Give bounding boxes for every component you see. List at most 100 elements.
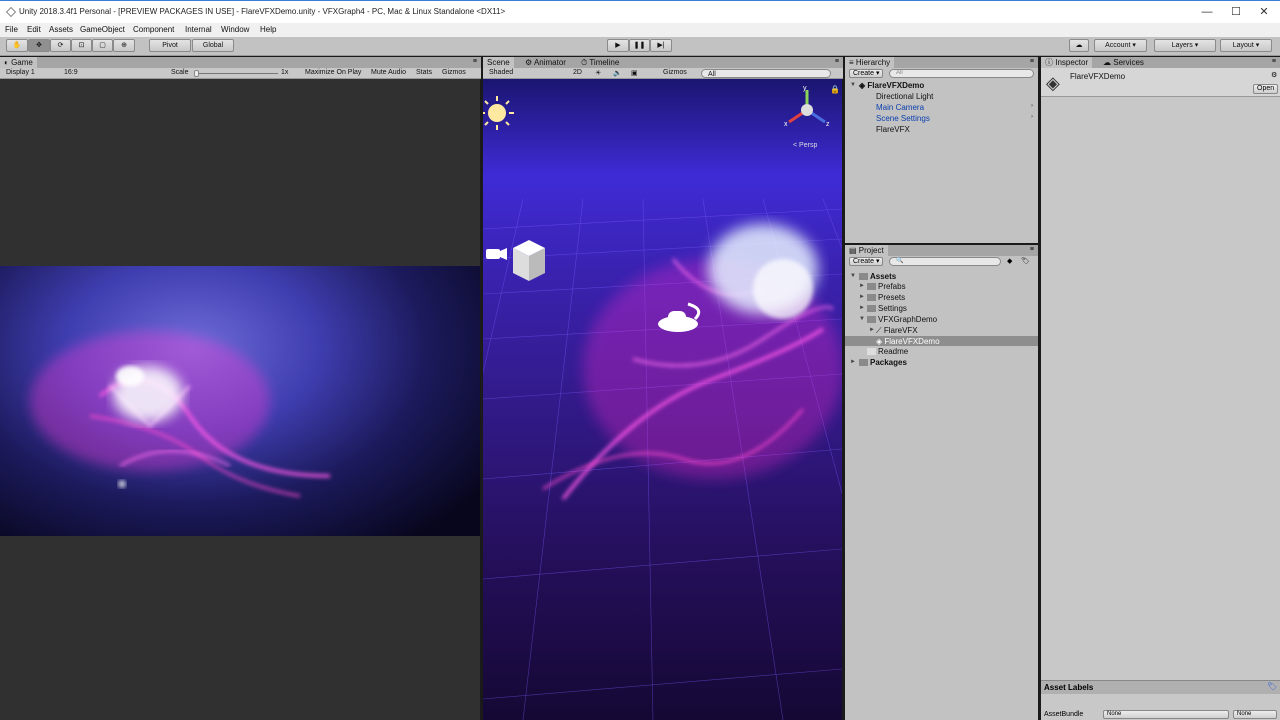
project-item-flarevfx[interactable]: ⟋ FlareVFX [876,326,918,336]
display-dropdown[interactable]: Display 1 [6,69,35,76]
main-toolbar: ✋ ✥ ⟳ ⊡ ▢ ⊕ Pivot Global ▶ ❚❚ ▶| ☁ Accou… [0,37,1280,56]
expand-arrow[interactable]: ► [869,327,875,333]
project-folder-prefabs[interactable]: Prefabs [867,282,906,291]
project-item-flarevfxdemo[interactable]: ◈ FlareVFXDemo [876,337,940,346]
hierarchy-create-dropdown[interactable]: Create ▾ [849,69,884,78]
menu-assets[interactable]: Assets [49,25,73,34]
move-tool-button[interactable]: ✥ [28,39,50,52]
chevron-right-icon[interactable]: › [1031,114,1033,120]
persp-label[interactable]: < Persp [793,142,817,149]
expand-arrow[interactable]: ▼ [850,273,856,279]
play-icon: ▶ [615,42,621,49]
pause-button[interactable]: ❚❚ [629,39,650,52]
filter-type-icon[interactable]: ◆ [1007,257,1012,265]
scale-slider[interactable] [196,73,278,74]
menu-component[interactable]: Component [133,25,174,34]
chevron-down-icon: ▾ [1255,42,1260,49]
expand-arrow[interactable]: ► [850,359,856,365]
panel-menu-icon[interactable]: ≡ [1030,246,1034,253]
menu-window[interactable]: Window [221,25,249,34]
asset-bundle-variant-dropdown[interactable]: None [1233,710,1277,719]
rect-tool-button[interactable]: ▢ [92,39,113,52]
directional-light-gizmo[interactable] [483,96,514,130]
audio-icon[interactable]: 🔈 [613,69,622,77]
panel-menu-icon[interactable]: ≡ [1272,58,1276,65]
hierarchy-item-main-camera[interactable]: Main Camera [876,103,924,112]
inspector-asset-name: FlareVFXDemo [1070,72,1126,81]
shading-mode-dropdown[interactable]: Shaded [489,69,513,76]
asset-bundle-dropdown[interactable]: None [1103,710,1229,719]
project-folder-settings[interactable]: Settings [867,304,907,313]
chevron-down-icon: ▾ [1132,42,1136,49]
expand-arrow[interactable]: ► [859,283,865,289]
transform-tool-button[interactable]: ⊕ [113,39,135,52]
expand-arrow[interactable]: ► [859,294,865,300]
open-button[interactable]: Open [1253,84,1279,94]
unity-logo-icon: ◈ [1046,73,1060,93]
cloud-icon: ☁ [1103,58,1111,67]
game-gizmos-dropdown[interactable]: Gizmos [442,69,466,76]
step-button[interactable]: ▶| [650,39,672,52]
scene-orientation-gizmo[interactable]: y x z [781,84,833,134]
menu-edit[interactable]: Edit [27,25,41,34]
maximize-button[interactable]: ☐ [1226,5,1246,19]
lighting-icon[interactable]: ☀ [595,69,601,77]
lock-icon[interactable]: 🔒 [830,85,840,94]
scale-tool-button[interactable]: ⊡ [71,39,92,52]
global-toggle[interactable]: Global [192,39,234,52]
menu-help[interactable]: Help [260,25,276,34]
scene-view[interactable]: y x z 🔒 < Persp [483,79,842,720]
hierarchy-item-directional-light[interactable]: Directional Light [876,92,933,101]
filter-label-icon[interactable]: 🏷 [1021,257,1030,265]
layers-dropdown[interactable]: Layers ▾ [1154,39,1216,52]
2d-toggle[interactable]: 2D [573,69,582,76]
label-tag-icon[interactable]: 🏷 [1267,682,1277,691]
scene-root-item[interactable]: ◈ FlareVFXDemo [859,81,924,90]
scale-slider-thumb[interactable] [194,70,199,77]
menu-internal[interactable]: Internal [185,25,212,34]
effects-icon[interactable]: ▣ [631,69,638,77]
project-folder-presets[interactable]: Presets [867,293,905,302]
hand-tool-button[interactable]: ✋ [6,39,28,52]
menu-gameobject[interactable]: GameObject [80,25,125,34]
collab-cloud-button[interactable]: ☁ [1069,39,1089,52]
account-dropdown[interactable]: Account ▾ [1094,39,1147,52]
scale-label: Scale [171,69,189,76]
project-item-readme[interactable]: Readme [867,347,908,356]
hierarchy-item-flarevfx[interactable]: FlareVFX [876,125,910,134]
maximize-on-play-toggle[interactable]: Maximize On Play [305,69,361,76]
gear-icon[interactable]: ⚙ [1271,71,1277,79]
rotate-tool-button[interactable]: ⟳ [50,39,71,52]
hierarchy-item-scene-settings[interactable]: Scene Settings [876,114,930,123]
selected-row-highlight [845,336,1038,346]
project-create-dropdown[interactable]: Create ▾ [849,257,884,266]
project-search-input[interactable]: 🔍 [889,257,1001,266]
menu-file[interactable]: File [5,25,18,34]
expand-arrow[interactable]: ▼ [850,82,856,88]
scene-settings-cube-gizmo[interactable] [513,240,545,281]
play-button[interactable]: ▶ [607,39,629,52]
minimize-button[interactable]: — [1197,5,1217,19]
axis-y-label: y [803,85,807,92]
project-packages-folder[interactable]: Packages [859,358,907,367]
panel-menu-icon[interactable]: ≡ [835,58,839,65]
expand-arrow[interactable]: ▼ [859,316,865,322]
hierarchy-search-input[interactable]: All [889,69,1034,78]
scene-search-input[interactable]: All [701,69,831,78]
expand-arrow[interactable]: ► [859,305,865,311]
scene-gizmos-dropdown[interactable]: Gizmos [663,69,687,76]
aspect-dropdown[interactable]: 16:9 [64,69,78,76]
project-panel: Create ▾ 🔍 ◆ 🏷 ▼ Assets ► Prefabs ► Pres… [845,256,1038,720]
global-label: Global [202,42,224,49]
close-button[interactable]: ✕ [1254,5,1274,19]
panel-menu-icon[interactable]: ≡ [473,58,477,65]
stats-toggle[interactable]: Stats [416,69,432,76]
pivot-toggle[interactable]: Pivot [149,39,191,52]
camera-gizmo[interactable] [486,248,507,260]
project-assets-folder[interactable]: Assets [859,272,896,281]
mute-audio-toggle[interactable]: Mute Audio [371,69,406,76]
project-folder-vfxgraphdemo[interactable]: VFXGraphDemo [867,315,937,324]
chevron-right-icon[interactable]: › [1031,103,1033,109]
panel-menu-icon[interactable]: ≡ [1030,58,1034,65]
layout-dropdown[interactable]: Layout ▾ [1220,39,1272,52]
